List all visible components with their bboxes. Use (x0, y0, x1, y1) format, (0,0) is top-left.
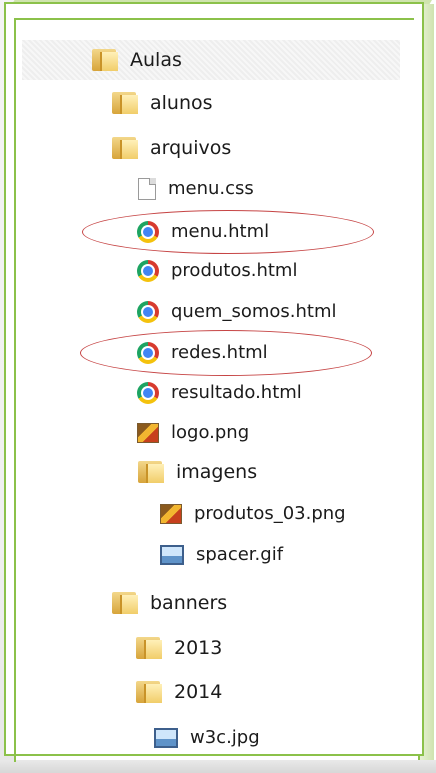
chrome-icon (137, 301, 159, 323)
tree-item-label: produtos.html (171, 260, 298, 281)
tree-item-logo-png[interactable]: logo.png (137, 416, 249, 450)
tree-item-label: redes.html (171, 342, 268, 363)
tree-item-alunos[interactable]: alunos (112, 86, 213, 120)
tree-item-menu-html[interactable]: menu.html (137, 215, 269, 249)
tree-item-label: alunos (150, 91, 213, 114)
tree-item-produtos-html[interactable]: produtos.html (137, 254, 297, 288)
tree-item-label: menu.html (171, 221, 270, 242)
tree-item-aulas[interactable]: Aulas (92, 43, 182, 77)
image-file-icon (160, 545, 184, 565)
folder-icon (136, 679, 162, 705)
chrome-icon (137, 342, 159, 364)
tree-item-label: 2014 (174, 680, 223, 703)
tree-item-2013[interactable]: 2013 (136, 631, 222, 665)
root-selection-highlight (22, 40, 400, 80)
folder-icon (138, 459, 164, 485)
tree-item-produtos-03-png[interactable]: produtos_03.png (160, 497, 346, 531)
chrome-icon (137, 260, 159, 282)
tree-item-label: w3c.jpg (190, 727, 260, 748)
tree-item-label: logo.png (171, 422, 250, 443)
tree-item-quem-somos-html[interactable]: quem_somos.html (137, 295, 336, 329)
tree-item-label: quem_somos.html (171, 301, 337, 322)
image-file-icon (154, 728, 178, 748)
tree-item-arquivos[interactable]: arquivos (112, 131, 231, 165)
document-icon (138, 178, 156, 200)
folder-icon (112, 135, 138, 161)
png-image-icon (137, 423, 159, 443)
tree-item-label: resultado.html (171, 382, 302, 403)
tree-item-resultado-html[interactable]: resultado.html (137, 376, 302, 410)
folder-icon (136, 635, 162, 661)
tree-item-banners[interactable]: banners (112, 586, 227, 620)
tree-item-label: produtos_03.png (194, 503, 346, 524)
png-image-icon (160, 504, 182, 524)
tree-item-imagens[interactable]: imagens (138, 455, 257, 489)
folder-icon (92, 47, 118, 73)
tree-item-label: 2013 (174, 636, 223, 659)
chrome-icon (137, 221, 159, 243)
tree-item-w3c-jpg[interactable]: w3c.jpg (154, 721, 260, 755)
tree-item-label: imagens (176, 460, 258, 483)
tree-item-2014[interactable]: 2014 (136, 675, 222, 709)
tree-item-redes-html[interactable]: redes.html (137, 336, 268, 370)
tree-item-label: arquivos (150, 136, 232, 159)
chrome-icon (137, 382, 159, 404)
tree-item-label: Aulas (130, 48, 182, 71)
tree-item-label: banners (150, 591, 228, 614)
tree-item-menu-css[interactable]: menu.css (138, 172, 254, 206)
tree-item-spacer-gif[interactable]: spacer.gif (160, 538, 283, 572)
folder-icon (112, 90, 138, 116)
tree-item-label: spacer.gif (196, 544, 284, 565)
folder-icon (112, 590, 138, 616)
tree-item-label: menu.css (168, 178, 254, 199)
